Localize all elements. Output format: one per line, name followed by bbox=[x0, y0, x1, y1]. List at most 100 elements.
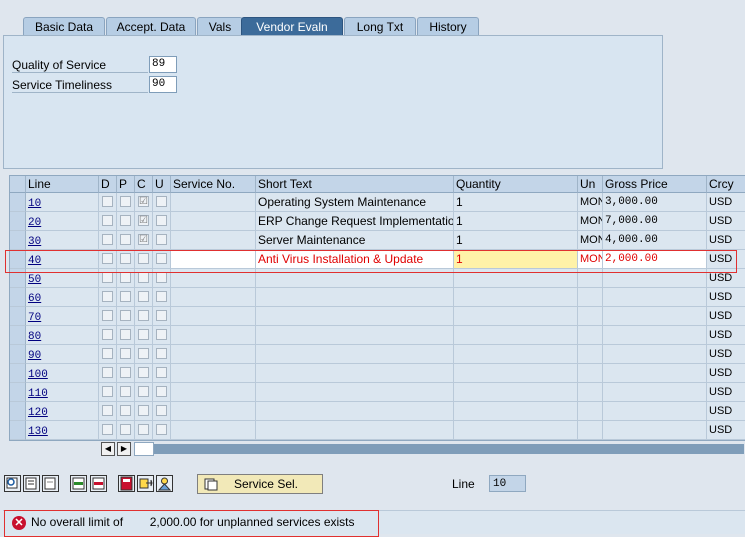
details-icon[interactable] bbox=[23, 475, 40, 492]
col-header-service-no[interactable]: Service No. bbox=[171, 176, 256, 193]
row-selector[interactable] bbox=[10, 288, 26, 307]
row-selector[interactable] bbox=[10, 383, 26, 402]
col-header-gross-price[interactable]: Gross Price bbox=[603, 176, 707, 193]
cell-quantity[interactable] bbox=[454, 364, 578, 383]
cell-unit[interactable]: MON bbox=[578, 193, 603, 212]
row-selector[interactable] bbox=[10, 212, 26, 231]
cell-line[interactable]: 80 bbox=[26, 326, 99, 345]
checkbox-d[interactable] bbox=[102, 329, 113, 340]
checkbox-c[interactable] bbox=[138, 367, 149, 378]
cell-gross-price[interactable]: 3,000.00 bbox=[603, 193, 707, 212]
checkbox-c[interactable] bbox=[138, 329, 149, 340]
table-row[interactable]: 120 USD bbox=[10, 402, 745, 421]
cell-currency[interactable]: USD bbox=[707, 364, 745, 383]
table-row[interactable]: 60 USD bbox=[10, 288, 745, 307]
checkbox-p[interactable] bbox=[120, 329, 131, 340]
cell-line[interactable]: 90 bbox=[26, 345, 99, 364]
checkbox-p[interactable] bbox=[120, 272, 131, 283]
table-row[interactable]: 80 USD bbox=[10, 326, 745, 345]
cell-short-text[interactable] bbox=[256, 383, 454, 402]
cell-quantity[interactable] bbox=[454, 307, 578, 326]
cell-quantity[interactable]: 1 bbox=[454, 193, 578, 212]
col-header-p[interactable]: P bbox=[117, 176, 135, 193]
cell-unit[interactable]: MON bbox=[578, 212, 603, 231]
checkbox-p[interactable] bbox=[120, 215, 131, 226]
cell-service-no[interactable] bbox=[171, 364, 256, 383]
checkbox-u[interactable] bbox=[156, 196, 167, 207]
checkbox-c[interactable] bbox=[138, 348, 149, 359]
quality-field[interactable]: 89 bbox=[149, 56, 177, 73]
line-link[interactable]: 130 bbox=[28, 426, 48, 438]
checkbox-c[interactable]: ☑ bbox=[138, 234, 149, 245]
row-selector[interactable] bbox=[10, 326, 26, 345]
checkbox-u[interactable] bbox=[156, 348, 167, 359]
cell-gross-price[interactable]: 4,000.00 bbox=[603, 231, 707, 250]
cell-gross-price[interactable] bbox=[603, 326, 707, 345]
table-row[interactable]: 10 ☑ Operating System Maintenance1MON3,000… bbox=[10, 193, 745, 212]
scroll-thumb[interactable] bbox=[134, 442, 154, 456]
checkbox-u[interactable] bbox=[156, 291, 167, 302]
cell-short-text[interactable]: Server Maintenance bbox=[256, 231, 454, 250]
col-header-un[interactable]: Un bbox=[578, 176, 603, 193]
checkbox-u[interactable] bbox=[156, 272, 167, 283]
cell-quantity[interactable]: 1 bbox=[454, 212, 578, 231]
person-icon[interactable] bbox=[156, 475, 173, 492]
tab-long-txt[interactable]: Long Txt bbox=[344, 17, 416, 36]
row-selector[interactable] bbox=[10, 421, 26, 440]
cell-currency[interactable]: USD bbox=[707, 421, 745, 440]
cell-currency[interactable]: USD bbox=[707, 212, 745, 231]
checkbox-d[interactable] bbox=[102, 367, 113, 378]
row-selector[interactable] bbox=[10, 364, 26, 383]
line-link[interactable]: 90 bbox=[28, 350, 41, 362]
cell-short-text[interactable] bbox=[256, 345, 454, 364]
cell-unit[interactable]: MON bbox=[578, 231, 603, 250]
checkbox-p[interactable] bbox=[120, 424, 131, 435]
checkbox-d[interactable] bbox=[102, 215, 113, 226]
cell-gross-price[interactable] bbox=[603, 402, 707, 421]
cell-unit[interactable] bbox=[578, 307, 603, 326]
cell-service-no[interactable] bbox=[171, 231, 256, 250]
line-link[interactable]: 80 bbox=[28, 331, 41, 343]
cell-quantity[interactable] bbox=[454, 326, 578, 345]
cell-currency[interactable]: USD bbox=[707, 383, 745, 402]
checkbox-d[interactable] bbox=[102, 405, 113, 416]
cell-gross-price[interactable] bbox=[603, 345, 707, 364]
table-row[interactable]: 100 USD bbox=[10, 364, 745, 383]
cell-short-text[interactable] bbox=[256, 421, 454, 440]
cell-short-text[interactable] bbox=[256, 326, 454, 345]
deselect-icon[interactable] bbox=[42, 475, 59, 492]
cell-unit[interactable] bbox=[578, 288, 603, 307]
cell-gross-price[interactable] bbox=[603, 288, 707, 307]
checkbox-u[interactable] bbox=[156, 405, 167, 416]
tab-accept-data[interactable]: Accept. Data bbox=[106, 17, 196, 36]
row-selector[interactable] bbox=[10, 345, 26, 364]
checkbox-p[interactable] bbox=[120, 234, 131, 245]
checkbox-c[interactable] bbox=[138, 310, 149, 321]
horizontal-scrollbar[interactable]: ◀ ▶ bbox=[100, 442, 745, 456]
scroll-left-icon[interactable]: ◀ bbox=[101, 442, 115, 456]
cell-service-no[interactable] bbox=[171, 212, 256, 231]
checkbox-u[interactable] bbox=[156, 367, 167, 378]
col-header-d[interactable]: D bbox=[99, 176, 117, 193]
checkbox-d[interactable] bbox=[102, 386, 113, 397]
checkbox-d[interactable] bbox=[102, 424, 113, 435]
delete-row-icon[interactable] bbox=[90, 475, 107, 492]
tab-vendor-evaln[interactable]: Vendor Evaln bbox=[241, 17, 343, 36]
cell-short-text[interactable] bbox=[256, 288, 454, 307]
cell-quantity[interactable] bbox=[454, 345, 578, 364]
cell-unit[interactable] bbox=[578, 383, 603, 402]
cell-quantity[interactable] bbox=[454, 383, 578, 402]
cell-unit[interactable] bbox=[578, 326, 603, 345]
cell-line[interactable]: 110 bbox=[26, 383, 99, 402]
cell-short-text[interactable]: ERP Change Request Implementation bbox=[256, 212, 454, 231]
cell-currency[interactable]: USD bbox=[707, 345, 745, 364]
line-link[interactable]: 50 bbox=[28, 274, 41, 286]
cell-line[interactable]: 70 bbox=[26, 307, 99, 326]
cell-quantity[interactable] bbox=[454, 421, 578, 440]
cell-line[interactable]: 130 bbox=[26, 421, 99, 440]
cell-unit[interactable] bbox=[578, 421, 603, 440]
col-header-c[interactable]: C bbox=[135, 176, 153, 193]
insert-row-icon[interactable] bbox=[70, 475, 87, 492]
table-row[interactable]: 70 USD bbox=[10, 307, 745, 326]
checkbox-u[interactable] bbox=[156, 386, 167, 397]
